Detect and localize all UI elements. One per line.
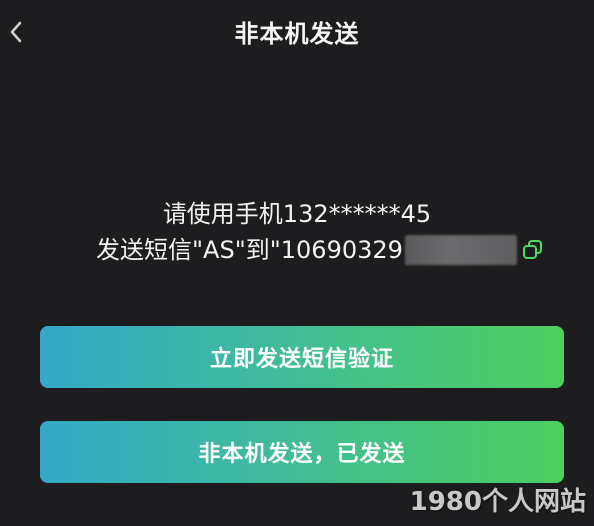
copy-icon[interactable] [521,238,545,262]
instruction-line-sms: 发送短信"AS"到"10690329 [96,232,545,268]
page-title: 非本机发送 [234,20,360,48]
sms-target-text: 发送短信"AS"到"10690329 [96,236,403,264]
watermark: 1980个人网站 [409,487,586,517]
redacted-number [404,235,517,265]
instruction-line-phone: 请使用手机132******45 [162,200,432,228]
already-sent-button[interactable]: 非本机发送，已发送 [40,421,564,483]
screen: 非本机发送 请使用手机132******45 发送短信"AS"到"1069032… [0,0,594,526]
instruction-text: 请使用手机132******45 [0,196,594,232]
send-sms-button[interactable]: 立即发送短信验证 [40,326,564,388]
